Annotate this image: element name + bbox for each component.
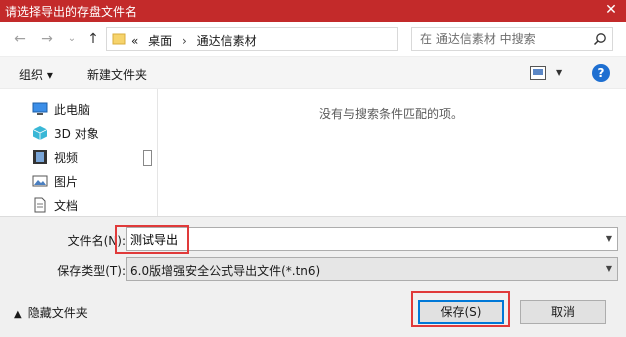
address-bar[interactable]: « 桌面 › 通达信素材 ↻ (106, 27, 499, 51)
sidebar-item-this-pc[interactable]: 此电脑 (32, 99, 142, 119)
sidebar-item-label: 图片 (54, 175, 79, 189)
title-bar: 请选择导出的存盘文件名 ✕ (0, 0, 626, 22)
file-list[interactable]: 没有与搜索条件匹配的项。 (159, 89, 626, 216)
navigation-bar: ← → ⌄ ↑ « 桌面 › 通达信素材 ↻ (0, 22, 626, 57)
save-highlight-box (411, 291, 510, 327)
filename-highlight-box (115, 225, 189, 254)
sidebar-item-label: 此电脑 (54, 103, 91, 117)
cube-3d-icon (32, 126, 48, 140)
command-toolbar: 组织 ▾ 新建文件夹 ▼ ? (0, 57, 626, 89)
new-folder-button[interactable]: 新建文件夹 (87, 66, 147, 83)
sidebar-item-label: 3D 对象 (54, 127, 99, 141)
search-box[interactable] (411, 27, 613, 51)
document-icon (34, 197, 46, 213)
save-form: 文件名(N): ▼ 保存类型(T): 6.0版增强安全公式导出文件(*.tn6)… (0, 216, 626, 337)
organize-menu[interactable]: 组织 ▾ (19, 66, 53, 83)
back-arrow-icon[interactable]: ← (12, 30, 28, 48)
folder-icon (112, 33, 126, 45)
chevron-up-icon: ▲ (14, 309, 22, 320)
navigation-pane: 此电脑 3D 对象 视频 图片 文档 (0, 89, 158, 216)
breadcrumb: « 桌面 › 通达信素材 (131, 32, 263, 49)
breadcrumb-item-desktop[interactable]: 桌面 (148, 34, 172, 48)
view-dropdown-icon[interactable]: ▼ (556, 68, 562, 77)
search-icon[interactable] (593, 32, 607, 46)
chevron-down-icon[interactable]: ▼ (601, 228, 617, 250)
empty-message: 没有与搜索条件匹配的项。 (319, 107, 464, 121)
sidebar-item-documents[interactable]: 文档 (32, 195, 142, 215)
picture-icon (32, 175, 48, 187)
view-options-icon[interactable] (530, 66, 546, 80)
window-title: 请选择导出的存盘文件名 (5, 5, 138, 19)
sidebar-item-label: 视频 (54, 151, 79, 165)
filetype-label: 保存类型(T): (57, 264, 126, 278)
sidebar-item-3d-objects[interactable]: 3D 对象 (32, 123, 142, 143)
filename-input[interactable] (130, 231, 590, 247)
hide-folders-label: 隐藏文件夹 (27, 306, 88, 320)
close-icon[interactable]: ✕ (596, 0, 626, 22)
filetype-select[interactable]: 6.0版增强安全公式导出文件(*.tn6) ▼ (126, 257, 618, 281)
forward-arrow-icon[interactable]: → (39, 30, 55, 48)
help-icon[interactable]: ? (592, 64, 610, 82)
filename-field[interactable]: ▼ (126, 227, 618, 251)
recent-locations-icon[interactable]: ⌄ (64, 30, 80, 48)
up-arrow-icon[interactable]: ↑ (85, 30, 101, 48)
hide-folders-toggle[interactable]: ▲ 隐藏文件夹 (14, 304, 88, 321)
cancel-button[interactable]: 取消 (520, 300, 606, 324)
video-icon (33, 150, 47, 164)
chevron-down-icon[interactable]: ▼ (601, 258, 617, 280)
sidebar-item-pictures[interactable]: 图片 (32, 171, 142, 191)
filetype-value: 6.0版增强安全公式导出文件(*.tn6) (130, 264, 321, 278)
breadcrumb-overflow[interactable]: « (131, 34, 138, 48)
search-input[interactable] (420, 31, 590, 47)
breadcrumb-separator: › (182, 34, 187, 48)
sidebar-item-label: 文档 (54, 199, 79, 213)
sidebar-item-videos[interactable]: 视频 (32, 147, 142, 167)
breadcrumb-item-folder[interactable]: 通达信素材 (197, 34, 257, 48)
sidebar-scrollbar-thumb[interactable] (143, 150, 152, 166)
computer-icon (32, 102, 48, 115)
